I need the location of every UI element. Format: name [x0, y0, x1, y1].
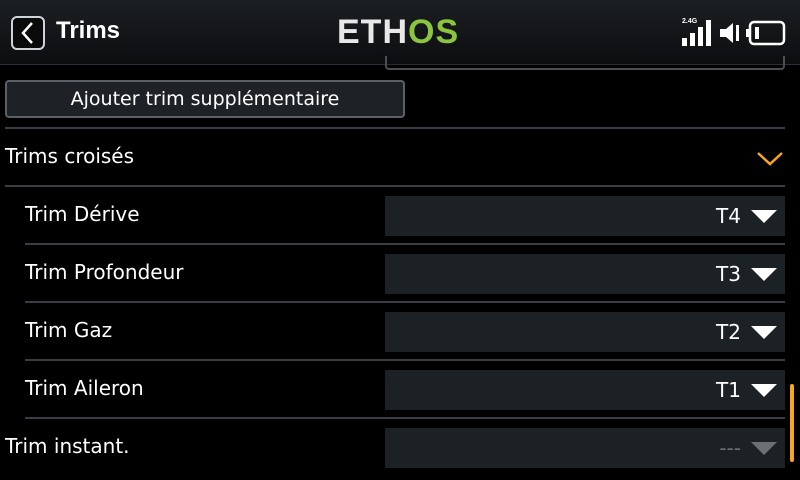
- chevron-down-icon[interactable]: [756, 150, 784, 166]
- dropdown-value: T4: [716, 204, 741, 228]
- dropdown-arrow-icon: [751, 268, 777, 281]
- dropdown-value: T1: [716, 378, 741, 402]
- dropdown-trim-aileron[interactable]: T1: [385, 370, 785, 410]
- dropdown-trim-profondeur[interactable]: T3: [385, 254, 785, 294]
- row-label-trim-gaz: Trim Gaz: [25, 318, 113, 342]
- ethos-logo: ETHOS: [337, 14, 459, 50]
- dropdown-value: T2: [716, 320, 741, 344]
- dropdown-arrow-icon: [751, 384, 777, 397]
- back-button[interactable]: [11, 16, 45, 50]
- speaker-icon: [720, 23, 739, 43]
- logo-os: OS: [408, 13, 460, 51]
- divider: [25, 301, 785, 303]
- row-label-trim-aileron: Trim Aileron: [25, 376, 144, 400]
- dropdown-trim-gaz[interactable]: T2: [385, 312, 785, 352]
- row-label-trim-profondeur: Trim Profondeur: [25, 260, 184, 284]
- chevron-left-icon: [21, 22, 33, 44]
- dropdown-trim-derive[interactable]: T4: [385, 196, 785, 236]
- divider: [5, 185, 785, 187]
- status-area: 2.4G: [680, 18, 790, 48]
- dropdown-arrow-icon: [751, 442, 777, 455]
- battery-icon: [746, 20, 786, 46]
- divider: [25, 417, 785, 419]
- row-label-trim-derive: Trim Dérive: [25, 202, 140, 226]
- section-title-cross-trims[interactable]: Trims croisés: [5, 144, 134, 168]
- dropdown-value: ---: [719, 436, 741, 460]
- divider: [25, 243, 785, 245]
- signal-bars-icon: [682, 20, 711, 46]
- add-trim-button[interactable]: Ajouter trim supplémentaire: [5, 80, 405, 118]
- dropdown-arrow-icon: [751, 326, 777, 339]
- logo-eth: ETH: [337, 13, 408, 51]
- dropdown-arrow-icon: [751, 210, 777, 223]
- dropdown-trim-instant[interactable]: ---: [385, 428, 785, 468]
- divider: [25, 359, 785, 361]
- divider: [5, 127, 785, 129]
- row-label-trim-instant: Trim instant.: [5, 434, 130, 458]
- scrollbar-thumb[interactable]: [790, 384, 794, 462]
- page-title: Trims: [56, 17, 121, 44]
- partial-field[interactable]: [385, 56, 785, 70]
- dropdown-value: T3: [716, 262, 741, 286]
